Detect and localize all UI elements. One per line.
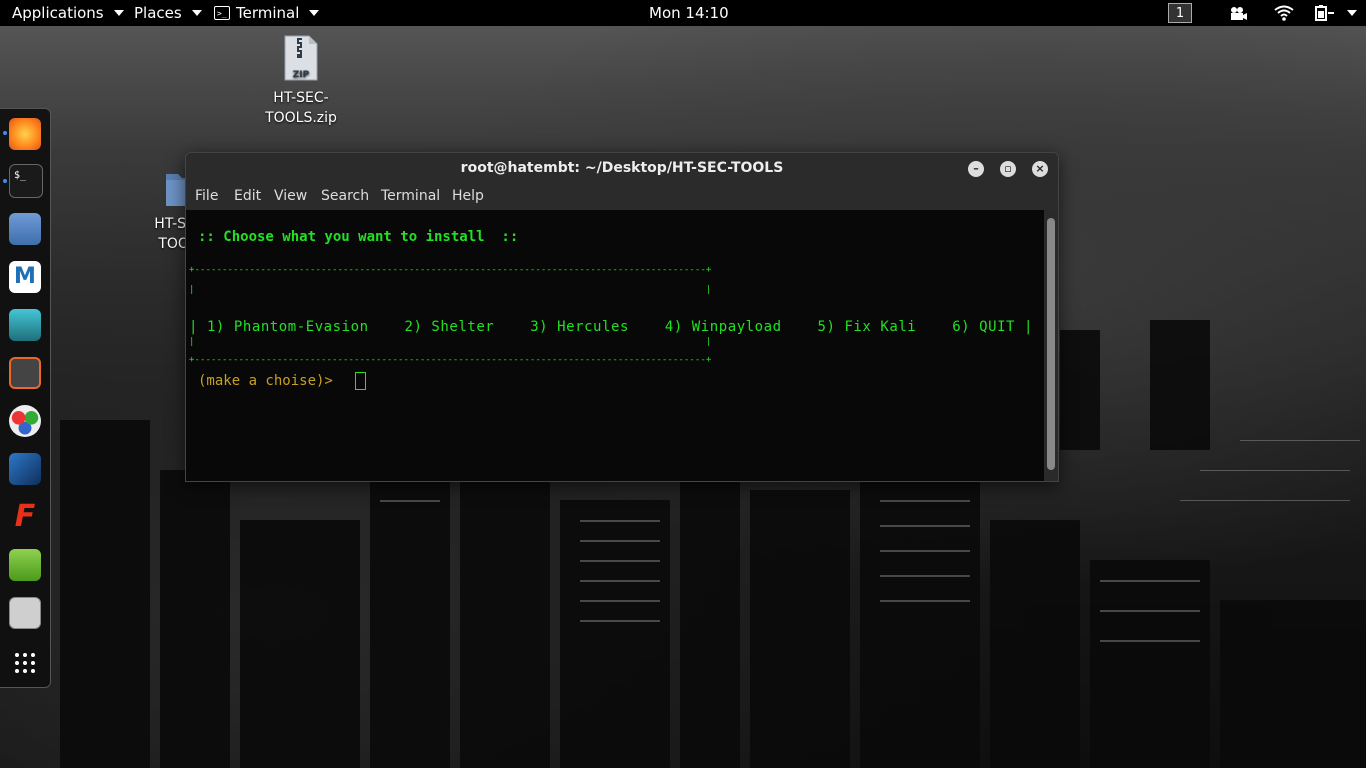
terminal-window[interactable]: root@hatembt: ~/Desktop/HT-SEC-TOOLS – ▫… bbox=[185, 152, 1059, 482]
camera-icon[interactable] bbox=[1228, 5, 1248, 21]
show-apps-icon[interactable] bbox=[9, 647, 41, 679]
menu-search[interactable]: Search bbox=[321, 188, 369, 204]
running-indicator bbox=[3, 179, 7, 183]
running-indicator bbox=[3, 131, 7, 135]
terminal-label: Terminal bbox=[236, 4, 300, 22]
applications-label: Applications bbox=[12, 4, 104, 22]
options-row: | 1) Phantom-Evasion 2) Shelter 3) Hercu… bbox=[189, 319, 1033, 335]
burpsuite-icon[interactable] bbox=[9, 357, 41, 389]
terminal-app-menu[interactable]: >_ Terminal bbox=[214, 0, 320, 26]
window-titlebar[interactable]: root@hatembt: ~/Desktop/HT-SEC-TOOLS – ▫… bbox=[186, 153, 1058, 184]
leafpad-icon[interactable] bbox=[9, 549, 41, 581]
choice-prompt: (make a choise)> bbox=[198, 373, 333, 389]
terminal-scrollbar[interactable] bbox=[1044, 210, 1058, 481]
applications-menu[interactable]: Applications bbox=[12, 0, 124, 26]
text-cursor bbox=[355, 372, 366, 390]
terminal-icon[interactable]: $_ bbox=[9, 164, 43, 198]
files-icon[interactable] bbox=[9, 213, 41, 245]
menu-edit[interactable]: Edit bbox=[234, 188, 261, 204]
wifi-icon[interactable] bbox=[1274, 5, 1294, 21]
terminal-icon: >_ bbox=[214, 6, 230, 20]
menu-empty-row: | | bbox=[189, 285, 712, 295]
clock-label: Mon 14:10 bbox=[649, 4, 729, 22]
desktop-icon-zip[interactable]: ZIP HT-SEC- TOOLS.zip bbox=[256, 34, 346, 128]
svg-text:ZIP: ZIP bbox=[293, 70, 310, 80]
menu-empty-row: | | bbox=[189, 337, 712, 347]
faraday-icon[interactable]: F bbox=[9, 501, 41, 533]
workspace-indicator[interactable]: 1 bbox=[1168, 3, 1192, 23]
cherrytree-icon[interactable] bbox=[9, 597, 41, 629]
clock[interactable]: Mon 14:10 bbox=[649, 0, 729, 26]
close-button[interactable]: × bbox=[1032, 161, 1048, 177]
menu-view[interactable]: View bbox=[274, 188, 307, 204]
places-menu[interactable]: Places bbox=[134, 0, 202, 26]
firefox-icon[interactable] bbox=[9, 118, 41, 150]
chevron-down-icon[interactable] bbox=[1347, 10, 1357, 16]
zip-filename: HT-SEC- TOOLS.zip bbox=[265, 90, 337, 126]
minimize-button[interactable]: – bbox=[968, 161, 984, 177]
maximize-button[interactable]: ▫ bbox=[1000, 161, 1016, 177]
scrollbar-thumb[interactable] bbox=[1047, 218, 1055, 470]
window-menubar: File Edit View Search Terminal Help bbox=[186, 184, 1058, 210]
maltego-icon[interactable] bbox=[9, 405, 41, 437]
armitage-icon[interactable] bbox=[9, 309, 41, 341]
chevron-down-icon bbox=[191, 10, 202, 16]
dock: $_ M F bbox=[0, 108, 51, 688]
install-heading: :: Choose what you want to install :: bbox=[198, 229, 519, 245]
window-title: root@hatembt: ~/Desktop/HT-SEC-TOOLS bbox=[460, 160, 784, 176]
menu-border-bottom: +---------------------------------------… bbox=[189, 355, 712, 365]
chevron-down-icon bbox=[309, 10, 320, 16]
top-panel: Applications Places >_ Terminal Mon 14:1… bbox=[0, 0, 1366, 26]
places-label: Places bbox=[134, 4, 182, 22]
menu-terminal[interactable]: Terminal bbox=[381, 188, 440, 204]
terminal-output[interactable]: :: Choose what you want to install :: +-… bbox=[186, 210, 1044, 481]
menu-border-top: +---------------------------------------… bbox=[189, 265, 712, 275]
metasploit-icon[interactable]: M bbox=[9, 261, 41, 293]
menu-help[interactable]: Help bbox=[452, 188, 484, 204]
beef-icon[interactable] bbox=[9, 453, 41, 485]
menu-file[interactable]: File bbox=[195, 188, 218, 204]
chevron-down-icon bbox=[113, 10, 124, 16]
power-battery-icon[interactable] bbox=[1314, 5, 1338, 21]
zip-file-icon: ZIP bbox=[284, 35, 318, 81]
